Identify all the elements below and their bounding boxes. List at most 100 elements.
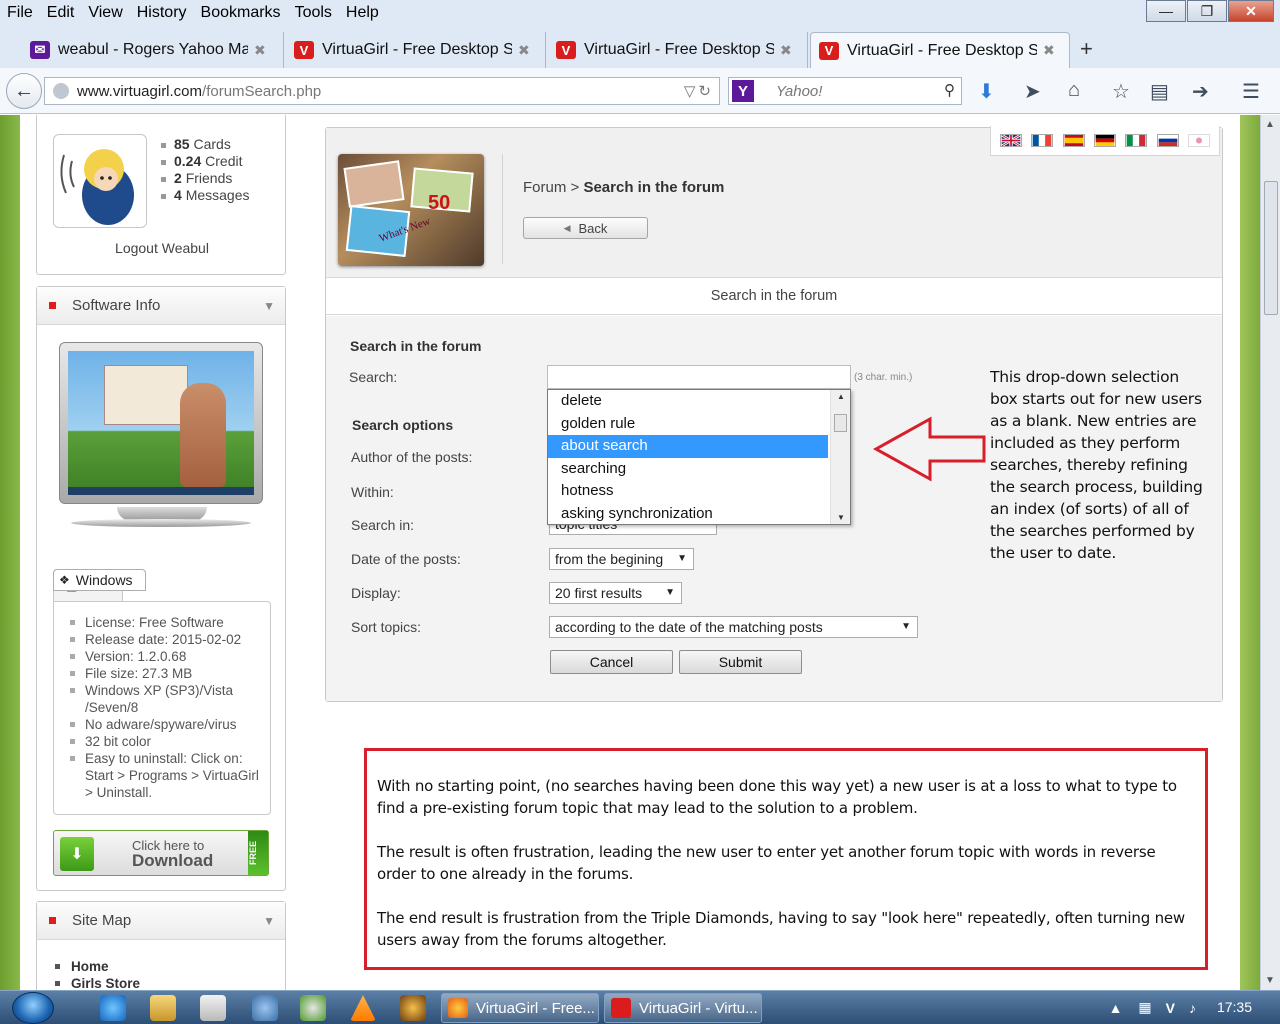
site-map-header[interactable]: Site Map ▼ [37, 902, 285, 940]
address-bar[interactable]: www.virtuagirl.com/forumSearch.php ▽ ↻ [44, 77, 720, 105]
back-button[interactable]: ◀ Back [523, 217, 648, 239]
collapse-chevron-icon[interactable]: ▼ [263, 299, 275, 313]
date-select[interactable]: from the begining ▼ [549, 548, 694, 570]
forward-circle-icon[interactable]: ➔ [1192, 79, 1209, 104]
cancel-button[interactable]: Cancel [550, 650, 673, 674]
menu-help[interactable]: Help [346, 4, 379, 22]
browser-back-button[interactable]: ← [6, 73, 42, 109]
download-icon[interactable]: ⬇ [978, 79, 995, 104]
send-icon[interactable]: ➤ [1024, 79, 1041, 104]
software-info-header[interactable]: Software Info ▼ [37, 287, 285, 325]
menu-file[interactable]: File [7, 4, 33, 22]
logout-link[interactable]: Logout Weabul [37, 240, 287, 256]
stat-cards[interactable]: 85 Cards [161, 136, 250, 153]
menu-bookmarks[interactable]: Bookmarks [201, 4, 281, 22]
yahoo-logo-icon[interactable]: Y [732, 80, 754, 102]
os-tabs: ❖ Windows ▣ Mac [53, 569, 146, 601]
autocomplete-dropdown[interactable]: delete golden rule about search searchin… [547, 389, 851, 525]
site-map-home[interactable]: Home [55, 958, 140, 975]
tray-expand-icon[interactable]: ▲ [1109, 1000, 1123, 1016]
autocomplete-option[interactable]: hotness [548, 480, 828, 503]
stat-credit[interactable]: 0.24 Credit [161, 153, 250, 170]
flag-uk-icon[interactable] [999, 134, 1022, 147]
tab-windows[interactable]: ❖ Windows [53, 569, 146, 591]
flag-russia-icon[interactable] [1156, 134, 1179, 147]
flag-germany-icon[interactable] [1093, 134, 1116, 147]
stat-messages[interactable]: 4 Messages [161, 187, 250, 204]
flag-spain-icon[interactable] [1062, 134, 1085, 147]
flag-france-icon[interactable] [1031, 134, 1054, 147]
network-app-icon[interactable] [252, 995, 278, 1021]
signal-icon[interactable]: ▦ [1138, 999, 1151, 1016]
close-tab-icon[interactable]: ✖ [780, 42, 792, 59]
taskbar-firefox-task[interactable]: VirtuaGirl - Free... [441, 993, 599, 1023]
dropdown-scrollbar[interactable]: ▲ ▼ [830, 390, 850, 524]
page-scrollbar[interactable]: ▲ ▼ [1260, 115, 1280, 990]
scroll-up-icon[interactable]: ▲ [1265, 119, 1275, 130]
autocomplete-option[interactable]: delete [548, 390, 828, 413]
submit-button[interactable]: Submit [679, 650, 802, 674]
tab-title: VirtuaGirl - Free Desktop S... [584, 41, 774, 58]
back-triangle-icon: ◀ [563, 222, 571, 233]
menu-hamburger-icon[interactable]: ☰ [1242, 79, 1260, 104]
tab-virtuagirl-3-active[interactable]: V VirtuaGirl - Free Desktop S... ✖ [810, 32, 1070, 68]
close-tab-icon[interactable]: ✖ [254, 42, 266, 59]
start-button[interactable] [12, 992, 54, 1024]
tab-title: VirtuaGirl - Free Desktop S... [322, 41, 512, 58]
home-icon[interactable]: ⌂ [1068, 79, 1080, 102]
scroll-thumb[interactable] [834, 414, 847, 432]
file-explorer-icon[interactable] [150, 995, 176, 1021]
breadcrumb-forum[interactable]: Forum [523, 179, 566, 196]
internet-explorer-icon[interactable] [100, 995, 126, 1021]
reload-icon[interactable]: ▽ ↻ [684, 82, 711, 100]
avatar[interactable] [53, 134, 147, 228]
media-player-icon[interactable] [200, 995, 226, 1021]
close-tab-icon[interactable]: ✖ [518, 42, 530, 59]
tab-virtuagirl-2[interactable]: V VirtuaGirl - Free Desktop S... ✖ [548, 32, 808, 68]
site-map-girls-store[interactable]: Girls Store [55, 975, 140, 990]
volume-icon[interactable]: ♪ [1189, 1000, 1196, 1016]
vlc-icon[interactable] [350, 995, 376, 1021]
flag-japan-icon[interactable] [1188, 134, 1211, 147]
menu-view[interactable]: View [88, 4, 122, 22]
scroll-down-icon[interactable]: ▼ [837, 513, 845, 522]
search-icon[interactable]: ⚲ [944, 81, 955, 99]
new-tab-button[interactable]: + [1080, 36, 1093, 62]
minimize-button[interactable]: — [1146, 0, 1186, 22]
taskbar-virtuagirl-task[interactable]: VirtuaGirl - Virtu... [604, 993, 762, 1023]
tab-title: weabul - Rogers Yahoo Mail [58, 41, 248, 58]
autocomplete-option[interactable]: golden rule [548, 413, 828, 436]
flag-italy-icon[interactable] [1125, 134, 1148, 147]
search-in-label: Search in: [351, 517, 415, 533]
display-select[interactable]: 20 first results ▼ [549, 582, 682, 604]
menu-edit[interactable]: Edit [47, 4, 75, 22]
collapse-chevron-icon[interactable]: ▼ [263, 914, 275, 928]
scroll-down-icon[interactable]: ▼ [1265, 975, 1275, 986]
search-input[interactable] [547, 365, 851, 389]
sort-select[interactable]: according to the date of the matching po… [549, 616, 918, 638]
chrome-icon[interactable] [300, 995, 326, 1021]
app-icon[interactable] [400, 995, 426, 1021]
search-box[interactable]: Y Yahoo! ⚲ [728, 77, 962, 105]
scroll-thumb[interactable] [1264, 181, 1278, 315]
menu-tools[interactable]: Tools [295, 4, 332, 22]
tab-virtuagirl-1[interactable]: V VirtuaGirl - Free Desktop S... ✖ [286, 32, 546, 68]
software-info-panel: Software Info ▼ ❖ Windows ▣ Mac Licen [36, 286, 286, 891]
close-window-button[interactable]: ✕ [1228, 0, 1274, 22]
sort-label: Sort topics: [351, 619, 422, 635]
scroll-up-icon[interactable]: ▲ [837, 392, 845, 401]
bookmark-star-icon[interactable]: ☆ [1112, 79, 1130, 104]
autocomplete-option-highlighted[interactable]: about search [548, 435, 828, 458]
autocomplete-option[interactable]: searching [548, 458, 828, 481]
detail-release-date: Release date: 2015-02-02 [70, 631, 264, 648]
menu-history[interactable]: History [137, 4, 187, 22]
close-tab-icon[interactable]: ✖ [1043, 42, 1055, 59]
restore-button[interactable]: ❐ [1187, 0, 1227, 22]
download-button[interactable]: ⬇ Click here to Download FREE [53, 830, 269, 876]
autocomplete-option[interactable]: asking synchronization [548, 503, 828, 525]
reading-list-icon[interactable]: ▤ [1150, 79, 1169, 104]
stat-friends[interactable]: 2 Friends [161, 170, 250, 187]
tab-yahoo-mail[interactable]: ✉ weabul - Rogers Yahoo Mail ✖ [22, 32, 284, 68]
virtuagirl-tray-icon[interactable]: V [1166, 1000, 1175, 1016]
clock[interactable]: 17:35 [1217, 999, 1252, 1015]
